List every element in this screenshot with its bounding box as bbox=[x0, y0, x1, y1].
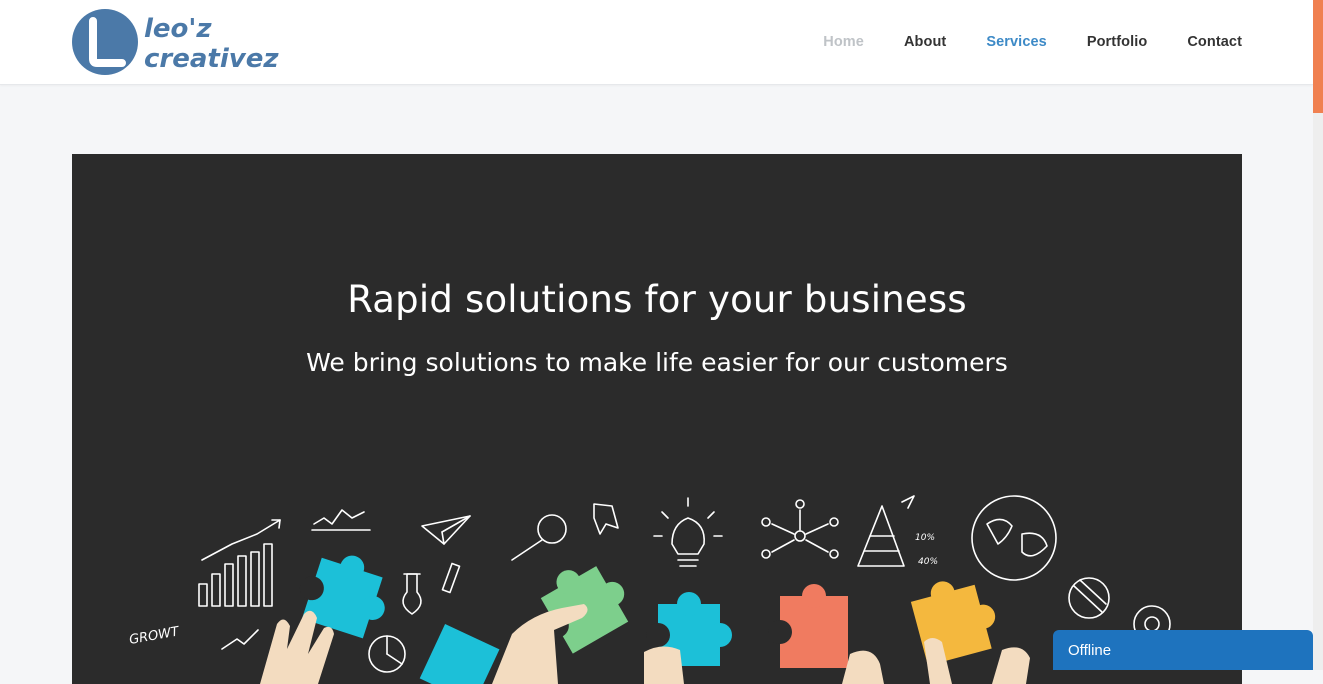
globe-icon bbox=[971, 495, 1057, 581]
doodle-text-growth: GROWT bbox=[128, 624, 181, 648]
site-header: leo'z creativez Home About Services Port… bbox=[0, 0, 1313, 85]
scrollbar[interactable] bbox=[1313, 0, 1323, 670]
light-bulb-icon bbox=[653, 497, 723, 567]
bar-chart-doodle-icon bbox=[198, 519, 281, 607]
flask-icon bbox=[402, 573, 422, 615]
pyramid-chart-icon bbox=[857, 495, 915, 567]
puzzle-piece-cyan-3-icon bbox=[419, 624, 500, 684]
arrow-badge-icon bbox=[593, 503, 619, 535]
growth-arrow-doodle-icon bbox=[221, 629, 259, 650]
trend-doodle-icon bbox=[311, 509, 371, 531]
test-tube-icon bbox=[441, 562, 461, 594]
doodle-text-percent-1: 10% bbox=[915, 533, 935, 543]
puzzle-piece-yellow-icon bbox=[910, 581, 996, 666]
scrollbar-thumb[interactable] bbox=[1313, 0, 1323, 113]
chat-widget-offline[interactable]: Offline bbox=[1053, 630, 1313, 670]
puzzle-piece-coral-icon bbox=[768, 584, 848, 668]
nav-about[interactable]: About bbox=[904, 34, 946, 50]
nav-services[interactable]: Services bbox=[986, 34, 1046, 50]
hero-title: Rapid solutions for your business bbox=[347, 278, 967, 321]
nav-home[interactable]: Home bbox=[823, 34, 864, 50]
hero-banner: Rapid solutions for your business We bri… bbox=[72, 154, 1242, 684]
network-people-icon bbox=[761, 499, 839, 559]
main-nav: Home About Services Portfolio Contact bbox=[783, 0, 1242, 84]
logo[interactable]: leo'z creativez bbox=[72, 7, 292, 77]
nav-contact[interactable]: Contact bbox=[1187, 34, 1242, 50]
logo-text-line2: creativez bbox=[144, 44, 279, 74]
ball-icon bbox=[1068, 577, 1110, 619]
chat-status-label: Offline bbox=[1068, 642, 1112, 659]
doodle-text-percent-2: 40% bbox=[918, 557, 938, 567]
paper-plane-icon bbox=[421, 515, 471, 545]
magnifier-icon bbox=[511, 514, 567, 561]
hero-subtitle: We bring solutions to make life easier f… bbox=[306, 348, 1008, 377]
nav-portfolio[interactable]: Portfolio bbox=[1087, 34, 1148, 50]
logo-text-line1: leo'z bbox=[144, 14, 212, 44]
pie-chart-doodle-icon bbox=[368, 635, 406, 673]
